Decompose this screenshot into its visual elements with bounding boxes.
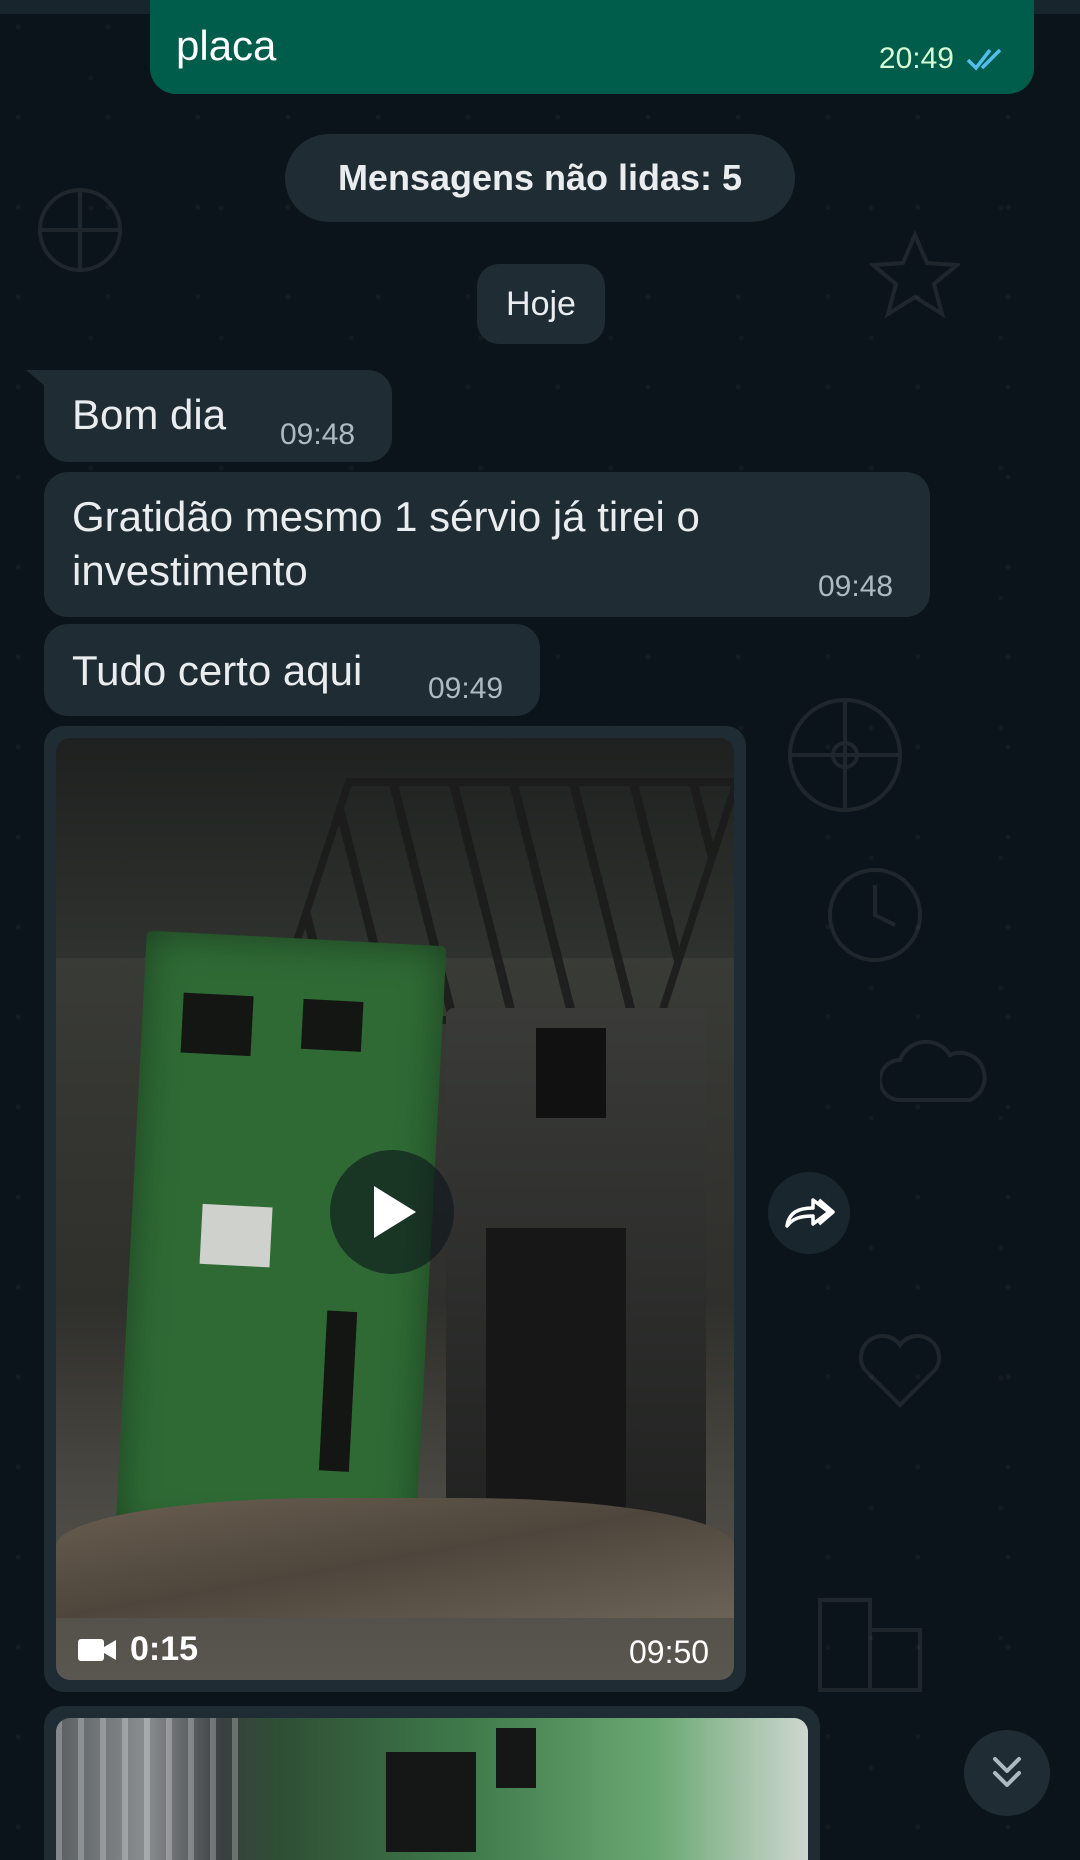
message-text-line-2: investimento (72, 547, 308, 594)
board-chip (199, 1203, 273, 1268)
doodle-cloud-icon (880, 1040, 987, 1102)
outgoing-message[interactable]: placa 20:49 (150, 0, 1034, 94)
incoming-message[interactable]: Tudo certo aqui 09:49 (44, 624, 540, 716)
scroll-to-bottom-button[interactable] (964, 1730, 1050, 1816)
video-camera-icon (78, 1638, 116, 1661)
incoming-message[interactable]: Bom dia 09:48 (44, 370, 392, 462)
doodle-star-icon (870, 230, 960, 319)
play-button[interactable] (330, 1150, 454, 1274)
image-message[interactable] (44, 1706, 820, 1860)
thumbnail-cable (56, 1498, 734, 1618)
forward-icon (785, 1198, 835, 1228)
play-icon (374, 1186, 416, 1238)
forward-button[interactable] (768, 1172, 850, 1254)
incoming-message[interactable]: Gratidão mesmo 1 sérvio já tirei o inves… (44, 472, 930, 617)
message-text: Tudo certo aqui (72, 647, 363, 694)
message-time: 09:48 (818, 570, 894, 603)
video-time: 09:50 (629, 1634, 710, 1670)
mechanism-part (536, 1028, 606, 1118)
video-duration: 0:15 (78, 1630, 198, 1669)
board-connector (318, 1310, 358, 1472)
doodle-building-icon (818, 1598, 922, 1692)
video-duration-text: 0:15 (130, 1630, 199, 1668)
unread-messages-banner: Mensagens não lidas: 5 (285, 134, 795, 222)
message-time: 09:48 (280, 418, 356, 451)
message-time: 09:49 (428, 672, 504, 705)
thumbnail-pins (56, 1718, 246, 1860)
thumbnail-chip (496, 1728, 536, 1788)
doodle-wheel-icon (788, 698, 902, 812)
board-chip (300, 998, 364, 1052)
message-text-line-1: Gratidão mesmo 1 sérvio já tirei o (72, 493, 700, 540)
date-separator: Hoje (477, 264, 605, 344)
doodle-globe-icon (38, 188, 122, 272)
message-text: placa (176, 22, 277, 69)
image-thumbnail[interactable] (56, 1718, 808, 1860)
doodle-clock-icon (828, 868, 922, 962)
thumbnail-mechanism (446, 1008, 706, 1568)
doodle-heart-icon (859, 1334, 941, 1408)
message-time: 20:49 (878, 42, 954, 75)
double-check-icon (966, 48, 1002, 71)
board-chip (180, 992, 254, 1057)
message-text: Bom dia (72, 391, 227, 438)
double-chevron-down-icon (993, 1757, 1021, 1787)
thumbnail-chip (386, 1752, 476, 1852)
